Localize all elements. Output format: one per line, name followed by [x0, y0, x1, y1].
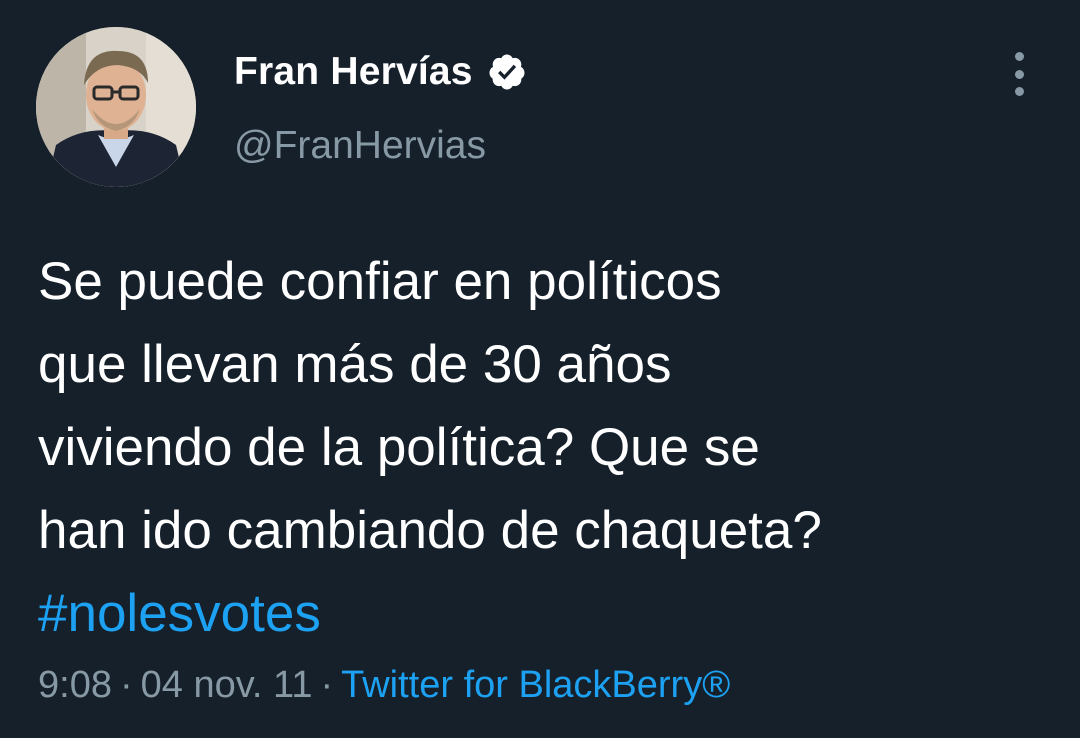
tweet-text-line: han ido cambiando de chaqueta?	[38, 501, 822, 560]
more-vertical-icon	[1014, 52, 1024, 61]
profile-photo-icon	[36, 27, 196, 187]
user-handle[interactable]: @FranHervias	[234, 124, 486, 168]
avatar[interactable]	[36, 27, 196, 187]
hashtag-link[interactable]: #nolesvotes	[38, 584, 321, 643]
tweet-text: Se puede confiar en políticos que llevan…	[38, 240, 1048, 655]
separator: ·	[320, 664, 334, 706]
verified-badge-icon	[487, 52, 527, 92]
more-options-button[interactable]	[1004, 52, 1034, 96]
tweet-metadata: 9:08 · 04 nov. 11 · Twitter for BlackBerry®	[38, 664, 730, 707]
separator: ·	[119, 664, 133, 706]
more-vertical-icon-dot	[1014, 87, 1024, 96]
tweet-time[interactable]: 9:08	[38, 664, 112, 706]
display-name[interactable]: Fran Hervías	[234, 50, 527, 94]
tweet-text-line: Se puede confiar en políticos	[38, 252, 722, 311]
tweet-card: Fran Hervías @FranHervias Se puede confi…	[0, 0, 1080, 738]
display-name-text[interactable]: Fran Hervías	[234, 50, 473, 94]
tweet-source-link[interactable]: Twitter for BlackBerry®	[341, 664, 730, 706]
tweet-text-line: viviendo de la política? Que se	[38, 418, 760, 477]
tweet-date[interactable]: 04 nov. 11	[141, 664, 313, 706]
tweet-text-line: que llevan más de 30 años	[38, 335, 672, 394]
more-vertical-icon-dot	[1014, 69, 1024, 79]
